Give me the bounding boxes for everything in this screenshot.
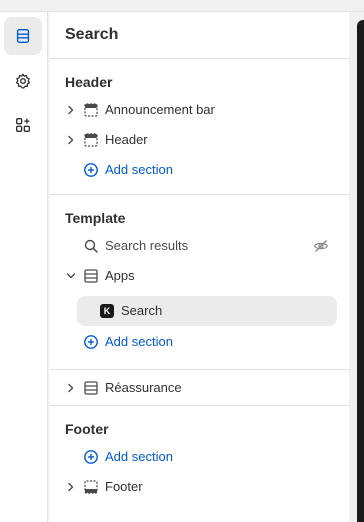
section-label: Search results [105,238,189,253]
theme-settings-button[interactable] [4,62,42,100]
add-section-button-footer[interactable]: Add section [49,442,349,472]
sections-icon [16,29,30,43]
add-section-label: Add section [105,449,173,464]
app-embeds-button[interactable] [4,106,42,144]
gear-icon [15,73,31,89]
section-label: Apps [105,268,135,283]
section-row-announcement-bar[interactable]: Announcement bar [49,95,349,125]
plus-circle-icon [84,163,98,177]
add-section-label: Add section [105,162,173,177]
sections-tab-button[interactable] [4,17,42,55]
section-icon [84,103,98,117]
plus-circle-icon [84,335,98,349]
section-label: Footer [105,479,143,494]
header-group: Header Announcement bar Header Add secti… [49,59,349,195]
chevron-down-icon[interactable] [66,271,76,281]
chevron-right-icon[interactable] [66,105,76,115]
app-block-icon: K [100,304,114,318]
section-icon [84,381,98,395]
block-label: Search [121,303,163,318]
section-label: Header [105,132,148,147]
section-icon [84,269,98,283]
template-group: Template Search results Apps K Search Ad… [49,195,349,370]
add-section-label: Add section [105,334,173,349]
section-icon [84,133,98,147]
block-row-search[interactable]: K Search [77,296,337,326]
section-row-reassurance[interactable]: Réassurance [49,373,349,403]
plus-circle-icon [84,450,98,464]
editor-sidebar-rail [0,12,48,522]
section-row-footer[interactable]: Footer [49,472,349,502]
section-row-apps[interactable]: Apps [49,261,349,291]
chevron-right-icon[interactable] [66,135,76,145]
section-label: Announcement bar [105,102,215,117]
eye-off-icon[interactable] [313,238,329,254]
section-row-search-results[interactable]: Search results [49,231,349,261]
reassurance-group: Réassurance [49,370,349,406]
footer-group: Footer Add section Footer [49,406,349,516]
apps-icon [16,118,30,132]
top-bar [0,0,364,12]
section-label: Réassurance [105,380,182,395]
add-section-button-header[interactable]: Add section [49,155,349,185]
search-icon [84,239,98,253]
page-title: Search [49,12,349,59]
chevron-right-icon[interactable] [66,482,76,492]
section-icon [84,480,98,494]
sections-panel: Search Header Announcement bar Header Ad… [49,12,349,522]
section-row-header[interactable]: Header [49,125,349,155]
chevron-right-icon[interactable] [66,383,76,393]
add-section-button-template[interactable]: Add section [49,327,349,357]
preview-frame-edge [357,20,364,522]
panel-divider [349,12,357,522]
